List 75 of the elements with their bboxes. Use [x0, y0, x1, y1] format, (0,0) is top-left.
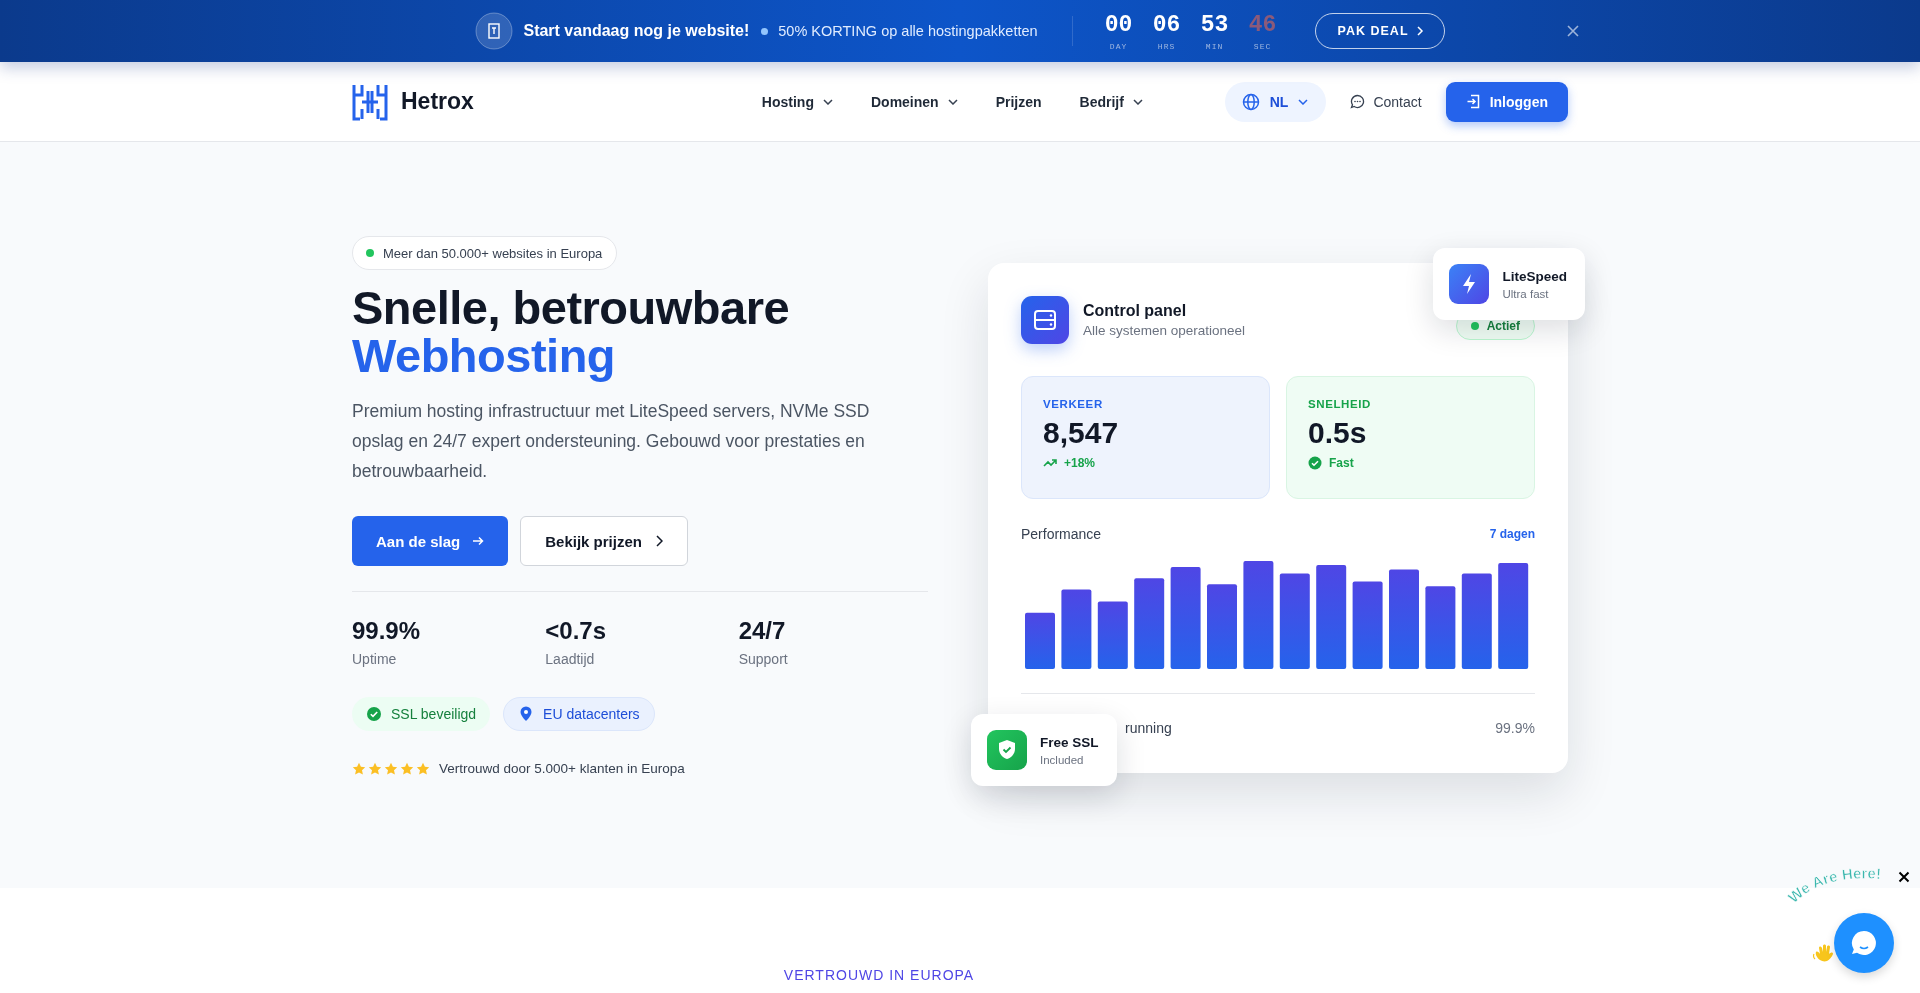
chevron-down-icon	[1298, 98, 1309, 105]
chat-caption: We Are Here!	[1778, 864, 1902, 912]
chat-bubble-icon	[1350, 94, 1366, 109]
feature-subtitle: Ultra fast	[1502, 287, 1550, 300]
login-icon	[1465, 94, 1481, 109]
promo-headline: Start vandaag nog je website!	[523, 22, 750, 40]
language-selector[interactable]: NL	[1224, 81, 1327, 122]
metric-value: 0.5s	[1308, 416, 1368, 450]
hero-title-highlight: Webhosting	[352, 332, 617, 380]
stat-label: Support	[738, 651, 789, 667]
brand-name: Hetrox	[401, 88, 474, 115]
feature-subtitle: Included	[1040, 753, 1085, 766]
metric-label: VERKEER	[1043, 398, 1104, 410]
login-button[interactable]: Inloggen	[1445, 81, 1568, 122]
countdown-unit: HRS	[1157, 41, 1176, 51]
nav-link[interactable]: Prijzen	[995, 93, 1042, 110]
rating-text: Vertrouwd door 5.000+ klanten in Europa	[439, 761, 685, 776]
chevron-right-icon	[1416, 26, 1424, 36]
star-icon	[384, 761, 398, 776]
countdown-unit: DAY	[1109, 41, 1128, 51]
countdown-unit: SEC	[1253, 41, 1272, 51]
globe-icon	[1241, 92, 1260, 111]
metric-change: +18%	[1064, 456, 1096, 470]
contact-link[interactable]: Contact	[1350, 93, 1422, 110]
chart-bar	[1097, 601, 1128, 669]
info-badge: Meer dan 50.000+ websites in Europa	[352, 236, 618, 270]
get-started-button[interactable]: Aan de slag	[352, 516, 509, 566]
nav-link[interactable]: Hosting	[761, 93, 833, 110]
stat-value: <0.7s	[545, 617, 608, 645]
stat-label: Uptime	[352, 651, 398, 667]
countdown-value: 46	[1248, 11, 1277, 38]
feature-title: LiteSpeed	[1502, 268, 1567, 284]
nav-link[interactable]: Domeinen	[870, 93, 958, 110]
bullet-dot	[761, 27, 769, 35]
star-icon	[400, 761, 414, 776]
metric-label: SNELHEID	[1308, 398, 1372, 410]
feature-chip: EU datacenters	[503, 697, 655, 731]
nav-link[interactable]: Bedrijf	[1079, 93, 1143, 110]
panel-subtitle: Alle systemen operationeel	[1083, 323, 1246, 338]
star-icon	[416, 761, 430, 776]
range-link[interactable]: 7 dagen	[1489, 527, 1535, 541]
arrow-right-icon	[472, 536, 485, 546]
stat-value: 24/7	[738, 617, 787, 645]
chart-bar	[1025, 612, 1055, 669]
stat-value: 99.9%	[352, 617, 422, 645]
chart-title: Performance	[1021, 526, 1102, 542]
feature-title: Free SSL	[1040, 734, 1099, 750]
star-icon	[352, 761, 366, 776]
metric-change: Fast	[1329, 456, 1354, 470]
uptime-value: 99.9%	[1495, 720, 1535, 736]
stat-label: Laadtijd	[545, 651, 596, 667]
hero-description: Premium hosting infrastructuur met LiteSpeed servers, NVMe SSD opslag en 24/7 expert ondersteuning. Gebouwd voor prestaties en betrouwbaarheid.	[352, 400, 871, 483]
check-circle-icon	[366, 706, 382, 722]
countdown-value: 06	[1152, 11, 1181, 38]
metric-value: 8,547	[1043, 416, 1120, 450]
shield-check-icon	[987, 730, 1027, 770]
countdown-value: 53	[1200, 11, 1229, 38]
hero-title: Snelle, betrouwbare	[352, 284, 791, 332]
chevron-right-icon	[655, 535, 663, 547]
chat-button[interactable]	[1834, 913, 1894, 973]
countdown-unit: MIN	[1205, 41, 1224, 51]
promo-offer: 50% KORTING op alle hostingpakketten	[778, 23, 1038, 39]
server-icon	[1021, 296, 1069, 344]
logo-icon	[352, 82, 388, 121]
feature-chip: SSL beveiligd	[352, 697, 491, 731]
star-icon	[368, 761, 382, 776]
close-icon[interactable]	[1898, 871, 1910, 883]
section-label: VERTROUWD IN EUROPA	[783, 967, 975, 983]
view-prices-button[interactable]: Bekijk prijzen	[520, 516, 688, 566]
countdown-value: 00	[1104, 11, 1133, 38]
lightning-icon	[1449, 264, 1490, 304]
check-circle-icon	[1308, 456, 1322, 470]
panel-title: Control panel	[1083, 302, 1188, 320]
status-label: running	[1124, 720, 1172, 736]
chat-bubble-icon	[1849, 928, 1879, 958]
